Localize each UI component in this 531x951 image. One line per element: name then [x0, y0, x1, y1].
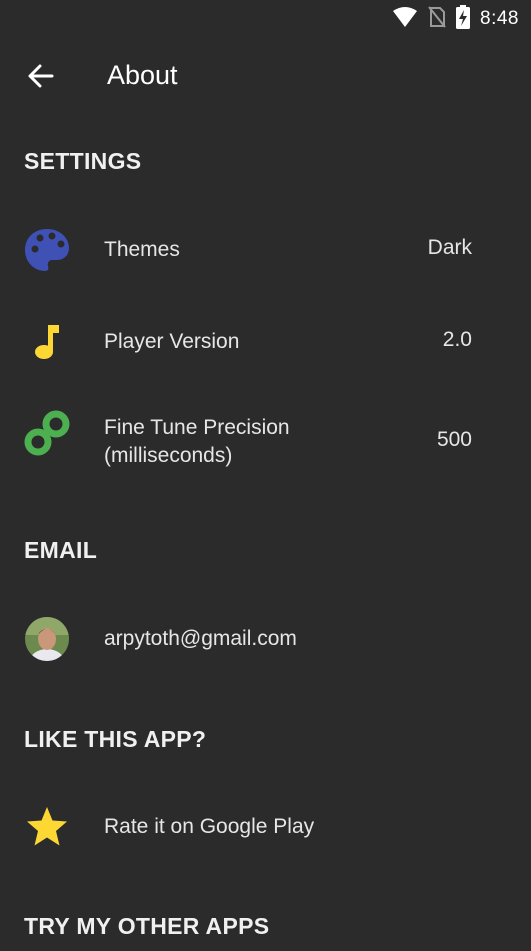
back-button[interactable]	[22, 60, 58, 96]
no-sim-icon	[428, 5, 446, 33]
avatar-image	[25, 617, 69, 661]
player-version-value: 2.0	[442, 328, 472, 351]
section-header-like: LIKE THIS APP?	[24, 726, 207, 752]
fine-tune-value: 500	[436, 428, 472, 451]
link-icon	[24, 410, 70, 456]
wifi-icon	[392, 6, 418, 33]
status-bar: 8:48	[0, 0, 531, 38]
fine-tune-label: Fine Tune Precision (milliseconds)	[104, 414, 290, 470]
email-address: arpytoth@gmail.com	[104, 627, 297, 650]
themes-value: Dark	[427, 236, 472, 259]
status-time: 8:48	[480, 8, 519, 29]
fine-tune-label-line1: Fine Tune Precision	[104, 416, 290, 439]
star-icon	[24, 804, 70, 850]
settings-item-fine-tune[interactable]: Fine Tune Precision (milliseconds) 500	[0, 406, 531, 478]
settings-item-player-version[interactable]: Player Version 2.0	[0, 314, 531, 372]
avatar	[24, 616, 70, 662]
themes-label: Themes	[104, 238, 180, 261]
fine-tune-label-line2: (milliseconds)	[104, 444, 233, 467]
email-item[interactable]: arpytoth@gmail.com	[0, 611, 531, 669]
section-header-settings: SETTINGS	[24, 148, 142, 174]
status-icons: 8:48	[392, 4, 519, 34]
music-note-icon	[24, 319, 70, 365]
palette-icon	[24, 227, 70, 273]
battery-charging-icon	[456, 4, 471, 34]
back-arrow-icon	[26, 62, 54, 95]
page-title: About	[107, 60, 178, 90]
rate-item[interactable]: Rate it on Google Play	[0, 799, 531, 857]
toolbar: About	[0, 38, 531, 118]
section-header-other-apps: TRY MY OTHER APPS	[24, 913, 270, 939]
player-version-label: Player Version	[104, 330, 240, 353]
rate-label: Rate it on Google Play	[104, 815, 315, 838]
section-header-email: EMAIL	[24, 537, 98, 563]
settings-item-themes[interactable]: Themes Dark	[0, 222, 531, 280]
